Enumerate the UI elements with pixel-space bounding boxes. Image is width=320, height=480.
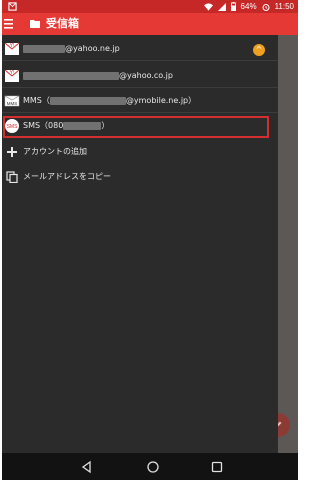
system-nav-bar xyxy=(2,453,298,480)
menu-icon[interactable] xyxy=(4,17,16,31)
account-item-mms[interactable]: MMS MMS（ @ymobile.ne.jp） xyxy=(2,91,278,113)
svg-text:Y!: Y! xyxy=(10,70,15,76)
back-icon[interactable] xyxy=(80,460,94,474)
background-content xyxy=(278,35,298,453)
plus-icon xyxy=(7,147,17,157)
add-account-label: アカウントの追加 xyxy=(23,147,87,156)
add-account-button[interactable]: アカウントの追加 xyxy=(2,141,278,163)
account-suffix: @ymobile.ne.jp） xyxy=(125,96,197,105)
status-right: 64% 11:50 xyxy=(203,1,294,12)
notification-icon xyxy=(8,2,17,11)
account-suffix: @yahoo.ne.jp xyxy=(65,44,120,53)
recents-icon[interactable] xyxy=(210,460,224,474)
battery-percent: 64% xyxy=(240,2,257,11)
copy-address-label: メールアドレスをコピー xyxy=(23,172,111,181)
account-label: @yahoo.co.jp xyxy=(23,70,173,82)
yahoo-mail-icon: Y! xyxy=(4,42,20,55)
app-bar: 受信箱 xyxy=(2,13,298,35)
redacted-text xyxy=(23,72,119,80)
yahoo-mail-icon: Y! xyxy=(4,69,20,82)
account-suffix: @yahoo.co.jp xyxy=(119,71,173,80)
copy-address-button[interactable]: メールアドレスをコピー xyxy=(2,166,278,188)
mms-avatar-text: MMS xyxy=(7,101,18,106)
home-icon[interactable] xyxy=(146,460,160,474)
expand-badge[interactable]: ^ xyxy=(253,44,265,56)
account-label: MMS（ @ymobile.ne.jp） xyxy=(23,95,196,107)
account-item-yahoo-ne[interactable]: Y! @yahoo.ne.jp ^ xyxy=(2,39,278,61)
selection-highlight xyxy=(3,116,269,138)
copy-icon xyxy=(6,171,18,183)
battery-icon xyxy=(230,2,236,11)
page-title: 受信箱 xyxy=(46,17,79,30)
clock: 11:50 xyxy=(274,2,294,11)
svg-text:Y!: Y! xyxy=(10,43,15,49)
signal-icon xyxy=(217,2,226,11)
alarm-icon xyxy=(262,3,270,11)
account-item-yahoo-co[interactable]: Y! @yahoo.co.jp xyxy=(2,66,278,88)
wifi-icon xyxy=(203,2,213,11)
mms-icon: MMS xyxy=(4,95,20,107)
account-prefix: MMS（ xyxy=(23,96,50,105)
redacted-text xyxy=(49,97,126,105)
status-bar: 64% 11:50 xyxy=(2,0,298,13)
account-label: @yahoo.ne.jp xyxy=(23,43,120,55)
redacted-text xyxy=(23,45,65,53)
app-frame: 64% 11:50 受信箱 Y! @yahoo.ne.jp ^ Y! @yaho… xyxy=(2,0,298,480)
folder-icon xyxy=(30,20,40,28)
